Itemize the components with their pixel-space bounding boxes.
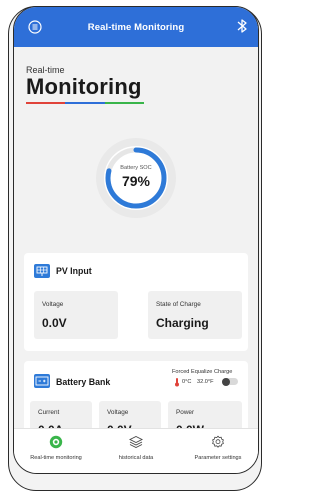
app-screen: Real-time Monitoring Real-time Monitorin… — [13, 6, 259, 474]
pv-voltage-label: Voltage — [42, 301, 64, 308]
pv-voltage-value: 0.0V — [42, 316, 67, 330]
forced-equalize-label: Forced Equalize Charge — [172, 369, 233, 375]
pv-input-card: PV Input Voltage 0.0V State of Charge Ch… — [24, 253, 248, 351]
toggle-knob — [222, 377, 230, 386]
pv-state-value: Charging — [156, 316, 209, 330]
battery-soc-gauge: Battery SOC 79% — [93, 135, 179, 221]
page-title: Real-time Monitoring — [87, 21, 185, 33]
bank-current-label: Current — [38, 409, 60, 416]
battery-icon — [34, 374, 50, 388]
nav-item-realtime-monitoring[interactable]: Real-time monitoring — [16, 435, 96, 461]
nav-label-realtime: Real-time monitoring — [30, 455, 82, 461]
eye-icon — [49, 435, 63, 449]
bluetooth-icon[interactable] — [236, 18, 248, 34]
bank-voltage-label: Voltage — [107, 409, 129, 416]
nav-label-settings: Parameter settings — [194, 455, 242, 461]
gauge-label: Battery SOC — [120, 165, 152, 171]
bottom-nav: Real-time monitoring historical data Par… — [14, 428, 258, 473]
pv-state-panel: State of Charge Charging — [148, 291, 242, 339]
underline-red — [26, 102, 66, 104]
underline-green — [104, 102, 144, 104]
menu-circle-icon[interactable] — [28, 20, 42, 34]
underline-blue — [65, 102, 105, 104]
nav-item-parameter-settings[interactable]: Parameter settings — [178, 435, 258, 461]
thermometer-icon — [175, 378, 179, 387]
nav-item-historical-data[interactable]: historical data — [96, 435, 176, 461]
battery-bank-title: Battery Bank — [56, 377, 111, 387]
header-underline — [26, 102, 144, 104]
nav-label-historical: historical data — [118, 455, 154, 461]
layers-icon — [129, 435, 143, 449]
header-title: Monitoring — [26, 74, 142, 99]
pv-voltage-panel: Voltage 0.0V — [34, 291, 118, 339]
bank-power-label: Power — [176, 409, 195, 416]
temperature-c: 0°C — [182, 379, 192, 385]
section-header: Real-time Monitoring — [26, 65, 144, 104]
pv-state-label: State of Charge — [156, 301, 201, 308]
top-bar: Real-time Monitoring — [14, 7, 258, 47]
forced-equalize-toggle[interactable] — [222, 377, 238, 386]
gauge-value: 79% — [121, 173, 151, 189]
gear-icon — [212, 435, 224, 448]
temperature-f: 32.0°F — [197, 379, 214, 385]
pv-input-title: PV Input — [56, 266, 92, 276]
solar-panel-icon — [34, 264, 50, 278]
